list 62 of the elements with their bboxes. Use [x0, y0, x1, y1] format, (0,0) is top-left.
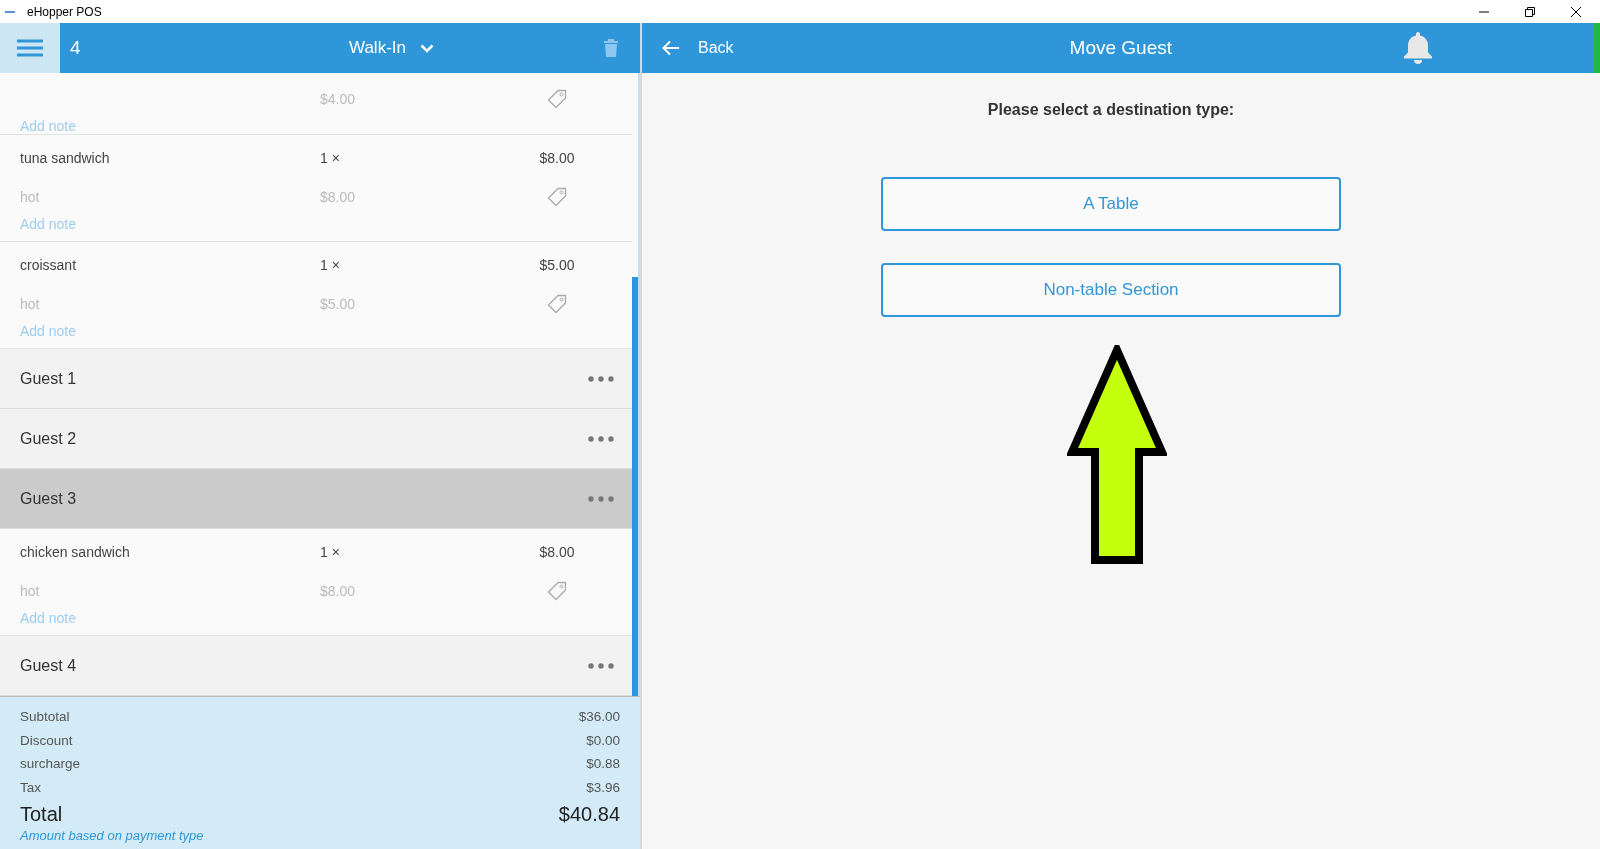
price-tag-icon[interactable]	[547, 581, 567, 601]
item-name: croissant	[20, 257, 78, 273]
item-quantity: 1 ×	[320, 150, 341, 166]
screen-title: Move Guest	[1069, 37, 1172, 59]
unit-price: $4.00	[320, 91, 356, 107]
summary-label: surcharge	[20, 756, 81, 772]
bell-icon[interactable]	[1402, 31, 1434, 65]
close-icon[interactable]	[1570, 5, 1582, 18]
add-note-link[interactable]: Add note	[20, 216, 77, 232]
more-options-icon[interactable]	[588, 375, 614, 382]
menu-icon	[17, 39, 43, 57]
item-modifier: hot	[20, 189, 40, 205]
item-quantity: 1 ×	[320, 257, 341, 273]
summary-value: $3.96	[586, 779, 620, 795]
guest-row[interactable]: Guest 1	[0, 349, 632, 409]
back-button[interactable]: Back	[656, 38, 740, 58]
payment-note: Amount based on payment type	[20, 828, 205, 843]
guest-row[interactable]: Guest 2	[0, 409, 632, 469]
price-tag-icon[interactable]	[547, 89, 567, 109]
restore-icon[interactable]	[1524, 5, 1536, 18]
guest-row[interactable]: Guest 3	[0, 469, 632, 529]
menu-button[interactable]	[0, 23, 60, 73]
destination-option-button[interactable]: A Table	[881, 177, 1341, 231]
summary-value: $0.88	[586, 756, 620, 772]
summary-label: Discount	[20, 732, 73, 748]
guest-row[interactable]: Guest 4	[0, 636, 632, 696]
unit-price: $8.00	[320, 583, 356, 599]
unit-price: $8.00	[320, 189, 356, 205]
more-options-icon[interactable]	[588, 435, 614, 442]
total-value: $40.84	[558, 803, 620, 826]
item-price: $8.00	[538, 150, 576, 166]
item-quantity: 1 ×	[320, 544, 341, 560]
order-number: 4	[70, 37, 82, 59]
status-strip	[1594, 23, 1600, 73]
order-type-dropdown[interactable]: Walk-In	[343, 37, 440, 59]
add-note-link[interactable]: Add note	[20, 118, 77, 134]
total-label: Total	[20, 803, 63, 826]
trash-icon[interactable]	[604, 39, 618, 57]
prompt-text: Please select a destination type:	[987, 101, 1235, 119]
add-note-link[interactable]: Add note	[20, 610, 77, 626]
price-tag-icon[interactable]	[547, 294, 567, 314]
add-note-link[interactable]: Add note	[20, 323, 77, 339]
item-name: tuna sandwich	[20, 150, 111, 166]
summary-label: Tax	[20, 779, 41, 795]
scrollbar-thumb[interactable]	[632, 277, 638, 696]
item-modifier: hot	[20, 296, 40, 312]
back-arrow-icon	[662, 40, 680, 56]
summary-value: $0.00	[586, 732, 620, 748]
item-price: $8.00	[538, 544, 576, 560]
summary-value: $36.00	[578, 709, 620, 725]
summary-label: Subtotal	[20, 709, 70, 725]
item-modifier: hot	[20, 583, 40, 599]
price-tag-icon[interactable]	[547, 187, 567, 207]
item-price: $5.00	[538, 257, 576, 273]
window-title: eHopper POS	[27, 4, 102, 19]
item-name: chicken sandwich	[20, 544, 131, 560]
more-options-icon[interactable]	[588, 495, 614, 502]
chevron-down-icon	[420, 43, 434, 53]
app-logo-icon	[5, 10, 15, 13]
destination-option-button[interactable]: Non-table Section	[881, 263, 1341, 317]
unit-price: $5.00	[320, 296, 356, 312]
more-options-icon[interactable]	[588, 662, 614, 669]
